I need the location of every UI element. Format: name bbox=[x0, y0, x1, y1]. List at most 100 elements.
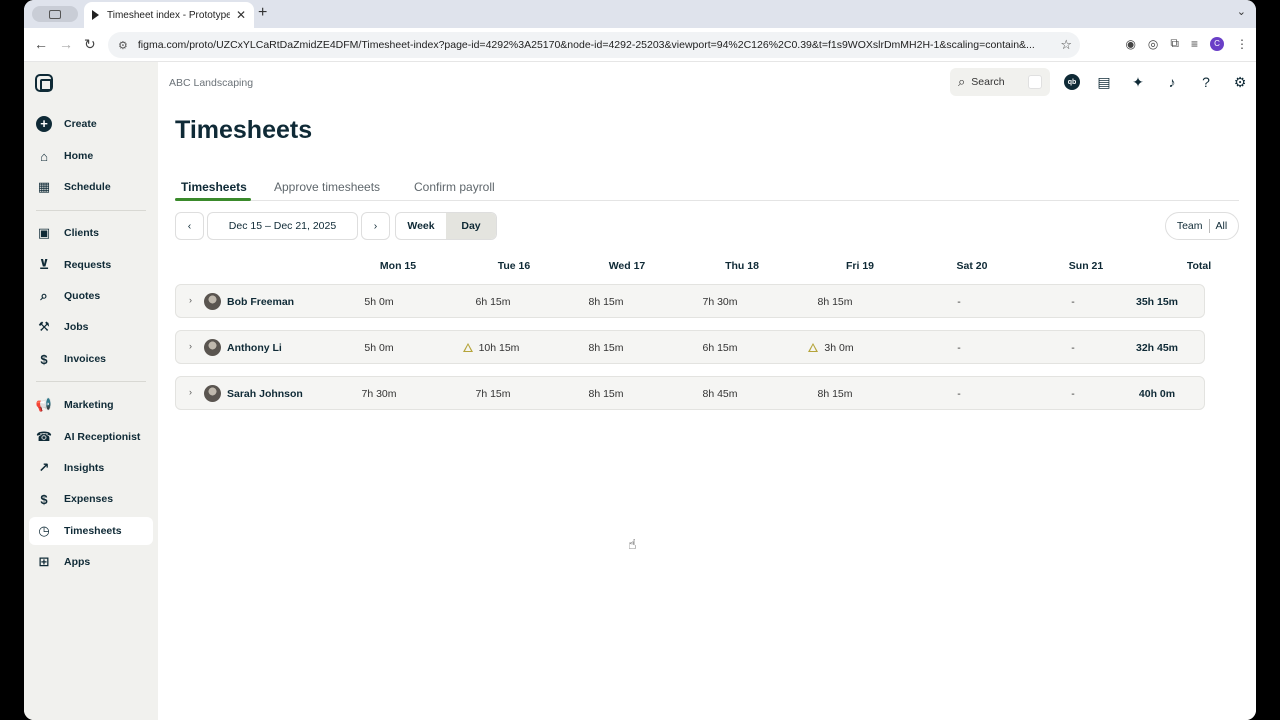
total-hours-cell: 35h 15m bbox=[1135, 296, 1179, 308]
close-tab-icon[interactable]: ✕ bbox=[236, 8, 246, 22]
gear-icon[interactable]: ⚙ bbox=[1230, 74, 1250, 91]
site-settings-icon[interactable]: ⚙ bbox=[118, 39, 128, 52]
hours-cell: - bbox=[957, 388, 961, 400]
hours-cell: 8h 15m bbox=[588, 296, 624, 308]
forward-icon[interactable]: → bbox=[59, 36, 73, 52]
search-button[interactable]: ⌕ Search bbox=[950, 68, 1050, 96]
table-row[interactable]: › Sarah Johnson 7h 30m 7h 15m 8h 15m 8h … bbox=[175, 376, 1205, 410]
timesheet-tabs: Timesheets Approve timesheets Confirm pa… bbox=[175, 170, 1239, 201]
previous-week-button[interactable]: ‹ bbox=[175, 212, 204, 240]
reload-icon[interactable]: ↻ bbox=[84, 36, 96, 53]
sidebar-item-requests[interactable]: ⊻ Requests bbox=[29, 251, 153, 279]
hours-cell: - bbox=[1071, 388, 1075, 400]
column-header: Fri 19 bbox=[845, 260, 874, 272]
expand-chevron-icon[interactable]: › bbox=[189, 295, 192, 305]
column-header: Total bbox=[1186, 260, 1212, 272]
hours-cell: - bbox=[1071, 296, 1075, 308]
search-icon: ⌕ bbox=[958, 74, 966, 89]
contacts-icon: ▣ bbox=[37, 225, 51, 240]
window-icon bbox=[49, 9, 61, 19]
sidebar-item-create[interactable]: + Create bbox=[29, 110, 153, 138]
quickbooks-icon[interactable]: qb bbox=[1064, 74, 1080, 90]
table-row[interactable]: › Bob Freeman 5h 0m 6h 15m 8h 15m 7h 30m… bbox=[175, 284, 1205, 318]
address-bar[interactable]: ⚙ figma.com/proto/UZCxYLCaRtDaZmidZE4DFM… bbox=[108, 32, 1080, 58]
hours-value: 10h 15m bbox=[478, 342, 520, 354]
tab-group-pill[interactable] bbox=[32, 6, 78, 22]
chart-icon: ↗ bbox=[38, 460, 50, 475]
tab-confirm-payroll[interactable]: Confirm payroll bbox=[414, 180, 495, 194]
expand-chevron-icon[interactable]: › bbox=[189, 341, 192, 351]
sidebar-item-invoices[interactable]: $ Invoices bbox=[29, 345, 153, 373]
sidebar-item-label: Invoices bbox=[64, 353, 107, 365]
sidebar-item-home[interactable]: ⌂ Home bbox=[29, 142, 153, 170]
avatar bbox=[204, 339, 221, 356]
sidebar-item-quotes[interactable]: ⌕ Quotes bbox=[29, 282, 153, 310]
sidebar-item-schedule[interactable]: ▦ Schedule bbox=[29, 173, 153, 201]
header-actions: ⌕ Search qb ▤ ✦ ♪ ? ⚙ bbox=[950, 68, 1250, 96]
sparkle-icon[interactable]: ✦ bbox=[1128, 74, 1148, 91]
sidebar-item-clients[interactable]: ▣ Clients bbox=[29, 219, 153, 247]
browser-window: Timesheet index - Prototype ✕ + ⌄ ← → ↻ … bbox=[24, 0, 1256, 720]
hours-value: 3h 0m bbox=[824, 342, 854, 354]
puzzle-icon[interactable]: ⧉ bbox=[1170, 36, 1179, 51]
sidebar-item-timesheets[interactable]: ◷ Timesheets bbox=[29, 517, 153, 545]
browser-toolbar: ← → ↻ ⚙ figma.com/proto/UZCxYLCaRtDaZmid… bbox=[24, 28, 1256, 62]
hours-cell: - bbox=[1071, 342, 1075, 354]
tab-timesheets[interactable]: Timesheets bbox=[181, 180, 247, 194]
hours-cell-warning[interactable]: 10h 15m bbox=[441, 342, 541, 354]
extension-icon[interactable]: ◉ bbox=[1125, 37, 1135, 51]
next-week-button[interactable]: › bbox=[361, 212, 390, 240]
expand-chevron-icon[interactable]: › bbox=[189, 387, 192, 397]
search-shortcut-badge bbox=[1028, 75, 1042, 89]
table-row[interactable]: › Anthony Li 5h 0m 10h 15m 8h 15m 6h 15m… bbox=[175, 330, 1205, 364]
help-icon[interactable]: ? bbox=[1196, 74, 1216, 90]
date-range-picker[interactable]: Dec 15 – Dec 21, 2025 bbox=[207, 212, 358, 240]
page-title: Timesheets bbox=[175, 116, 313, 144]
sidebar-item-insights[interactable]: ↗ Insights bbox=[29, 454, 153, 482]
sidebar-item-label: Quotes bbox=[64, 290, 101, 302]
hours-cell: 8h 15m bbox=[817, 296, 853, 308]
tab-search-chevron-icon[interactable]: ⌄ bbox=[1237, 5, 1246, 18]
hand-cursor-icon: ☝ bbox=[628, 536, 637, 552]
browser-menu-icon[interactable]: ⋮ bbox=[1236, 37, 1248, 51]
bell-icon[interactable]: ♪ bbox=[1162, 74, 1182, 90]
hours-cell: 8h 15m bbox=[588, 342, 624, 354]
chevron-right-icon: › bbox=[373, 220, 378, 232]
hours-cell: - bbox=[957, 342, 961, 354]
new-tab-button[interactable]: + bbox=[258, 4, 267, 22]
sidebar-item-label: Expenses bbox=[64, 493, 114, 505]
browser-extension-icons: ◉ ◎ ⧉ ≡ C ⋮ bbox=[1125, 36, 1248, 51]
sidebar-item-label: Requests bbox=[64, 259, 112, 271]
sidebar-item-expenses[interactable]: $ Expenses bbox=[29, 485, 153, 513]
sidebar-item-marketing[interactable]: 📢 Marketing bbox=[29, 391, 153, 419]
browser-tab-active[interactable]: Timesheet index - Prototype ✕ bbox=[84, 2, 254, 28]
view-day-button[interactable]: Day bbox=[446, 213, 496, 239]
sidebar-item-apps[interactable]: ⊞ Apps bbox=[29, 548, 153, 576]
app-logo-icon[interactable] bbox=[35, 74, 53, 92]
team-filter-all[interactable]: All bbox=[1216, 220, 1228, 232]
media-icon[interactable]: ≡ bbox=[1191, 37, 1198, 51]
warning-icon bbox=[462, 343, 473, 352]
sidebar-item-label: Clients bbox=[64, 227, 100, 239]
column-header: Tue 16 bbox=[497, 260, 531, 272]
plus-circle-icon: + bbox=[36, 116, 52, 132]
sidebar-item-label: Insights bbox=[64, 462, 105, 474]
team-filter-team[interactable]: Team bbox=[1177, 220, 1203, 232]
hours-cell-warning[interactable]: 3h 0m bbox=[786, 342, 876, 354]
employee-name: Anthony Li bbox=[227, 342, 282, 354]
chat-icon[interactable]: ▤ bbox=[1094, 74, 1114, 91]
browser-tab-title: Timesheet index - Prototype bbox=[107, 9, 230, 21]
profile-avatar[interactable]: C bbox=[1210, 36, 1224, 51]
extension-icon[interactable]: ◎ bbox=[1148, 37, 1158, 51]
back-icon[interactable]: ← bbox=[34, 36, 48, 52]
view-week-button[interactable]: Week bbox=[396, 213, 446, 239]
sidebar-item-label: AI Receptionist bbox=[64, 431, 141, 443]
total-hours-cell: 32h 45m bbox=[1135, 342, 1179, 354]
tab-approve-timesheets[interactable]: Approve timesheets bbox=[274, 180, 380, 194]
megaphone-icon: 📢 bbox=[35, 397, 53, 412]
hours-cell: 7h 30m bbox=[361, 388, 397, 400]
column-header: Wed 17 bbox=[608, 260, 646, 272]
bookmark-star-icon[interactable]: ☆ bbox=[1060, 37, 1072, 53]
sidebar-item-jobs[interactable]: ⚒ Jobs bbox=[29, 313, 153, 341]
sidebar-item-ai-receptionist[interactable]: ☎ AI Receptionist bbox=[29, 423, 153, 451]
